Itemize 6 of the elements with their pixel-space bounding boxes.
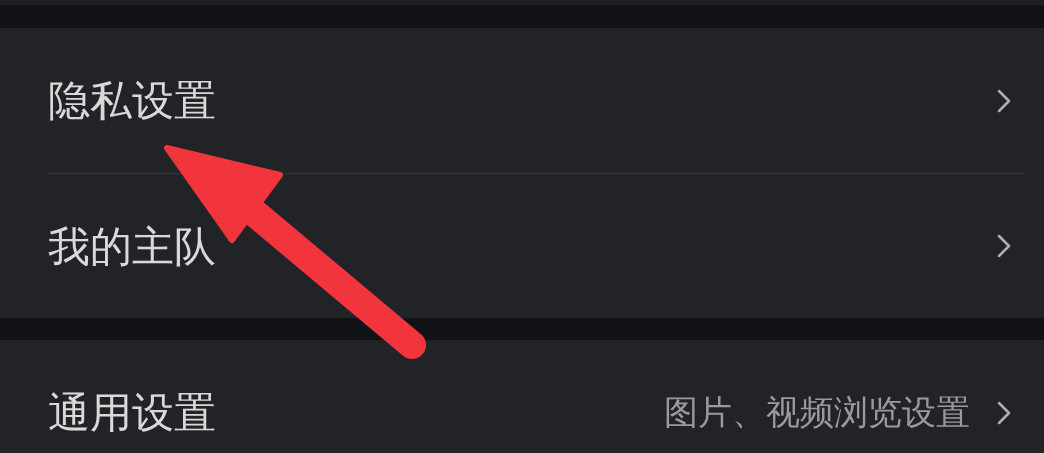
- row-label: 隐私设置: [48, 75, 216, 127]
- settings-row[interactable]: 隐私设置: [0, 28, 1044, 173]
- row-value: 图片、视频浏览设置: [664, 391, 970, 434]
- row-label: 通用设置: [48, 387, 216, 439]
- row-label: 我的主队: [48, 220, 216, 273]
- settings-row[interactable]: 通用设置 图片、视频浏览设置: [0, 340, 1044, 453]
